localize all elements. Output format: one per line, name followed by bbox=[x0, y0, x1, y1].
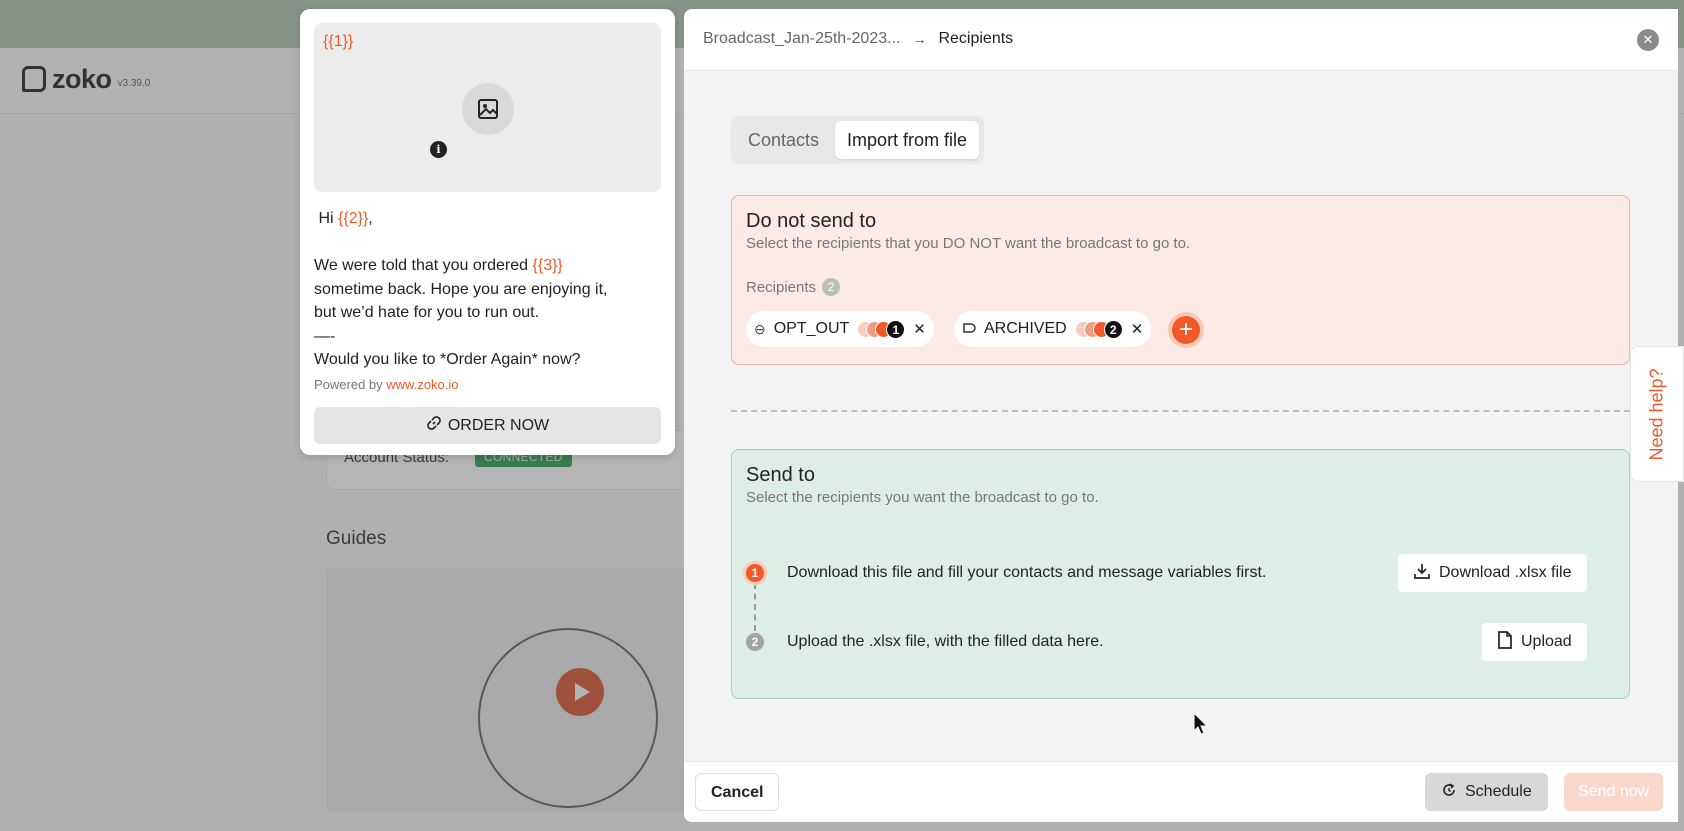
cancel-button[interactable]: Cancel bbox=[695, 773, 780, 811]
do-not-send-subtitle: Select the recipients that you DO NOT wa… bbox=[746, 235, 1191, 252]
avatar-stack: 1 bbox=[857, 319, 906, 339]
link-icon bbox=[426, 415, 442, 436]
header-variable: {{1}} bbox=[323, 33, 354, 50]
file-icon bbox=[1497, 630, 1513, 654]
recipients-drawer: Broadcast_Jan-25th-2023... → Recipients … bbox=[684, 9, 1678, 822]
download-icon bbox=[1413, 562, 1431, 585]
section-divider bbox=[731, 410, 1630, 412]
schedule-label: Schedule bbox=[1465, 783, 1532, 800]
remove-chip-icon[interactable]: ✕ bbox=[1131, 320, 1144, 338]
message-line-3: but we’d hate for you to run out. bbox=[314, 304, 540, 321]
step-connector bbox=[754, 583, 756, 631]
breadcrumb-recipients: Recipients bbox=[938, 30, 1014, 47]
message-line-4: —- bbox=[314, 327, 336, 345]
step-upload: 2 Upload the .xlsx file, with the filled… bbox=[746, 633, 1104, 651]
mouse-cursor-icon bbox=[1193, 711, 1209, 741]
remove-chip-icon[interactable]: ✕ bbox=[913, 320, 926, 338]
add-recipient-button[interactable]: + bbox=[1172, 316, 1200, 344]
order-now-button[interactable]: ORDER NOW bbox=[314, 407, 661, 444]
drawer-body: Contacts Import from file Do not send to… bbox=[684, 71, 1678, 761]
recipient-chip-archived[interactable]: ARCHIVED 2 ✕ bbox=[954, 311, 1152, 347]
breadcrumb-broadcast[interactable]: Broadcast_Jan-25th-2023... bbox=[703, 30, 900, 48]
archive-icon bbox=[962, 321, 976, 338]
recipients-count-badge: 2 bbox=[822, 278, 841, 296]
schedule-icon bbox=[1441, 782, 1457, 803]
do-not-send-section: Do not send to Select the recipients tha… bbox=[731, 195, 1630, 365]
step-download: 1 Download this file and fill your conta… bbox=[746, 564, 1266, 582]
preview-media: {{1}} i bbox=[314, 23, 661, 192]
order-now-label: ORDER NOW bbox=[447, 416, 550, 434]
message-line-1: We were told that you ordered bbox=[314, 257, 533, 274]
powered-by: Powered by www.zoko.io bbox=[314, 377, 459, 392]
send-to-subtitle: Select the recipients you want the broad… bbox=[746, 489, 1099, 506]
chip-label: ARCHIVED bbox=[984, 320, 1067, 337]
schedule-button[interactable]: Schedule bbox=[1425, 773, 1548, 811]
avatar-stack: 2 bbox=[1074, 319, 1123, 339]
tab-import-from-file[interactable]: Import from file bbox=[835, 121, 980, 159]
step-text: Download this file and fill your contact… bbox=[787, 564, 1267, 581]
step-number: 1 bbox=[746, 564, 764, 582]
recipients-label: Recipients bbox=[746, 278, 817, 296]
powered-link[interactable]: www.zoko.io bbox=[386, 377, 458, 392]
breadcrumb: Broadcast_Jan-25th-2023... → Recipients bbox=[703, 30, 1013, 48]
variable-2: {{2}} bbox=[338, 210, 369, 227]
image-icon bbox=[462, 83, 514, 135]
send-to-title: Send to bbox=[746, 464, 815, 486]
greeting-prefix: Hi bbox=[318, 210, 339, 227]
variable-3: {{3}} bbox=[532, 257, 563, 274]
source-tabs: Contacts Import from file bbox=[731, 116, 985, 164]
drawer-footer: Cancel Schedule Send now bbox=[684, 761, 1678, 822]
tab-contacts[interactable]: Contacts bbox=[736, 121, 831, 159]
do-not-send-title: Do not send to bbox=[746, 210, 877, 232]
send-to-section: Send to Select the recipients you want t… bbox=[731, 449, 1630, 699]
template-preview: {{1}} i Hi {{2}}, We were told that you … bbox=[300, 9, 675, 455]
opt-out-icon: ⊖ bbox=[754, 320, 766, 337]
greeting-suffix: , bbox=[368, 210, 373, 227]
step-number: 2 bbox=[746, 633, 764, 651]
need-help-tab[interactable]: Need help? bbox=[1630, 346, 1684, 482]
download-xlsx-button[interactable]: Download .xlsx file bbox=[1398, 554, 1587, 592]
drawer-header: Broadcast_Jan-25th-2023... → Recipients … bbox=[684, 9, 1678, 71]
chip-count: 1 bbox=[886, 319, 906, 339]
info-icon[interactable]: i bbox=[430, 141, 447, 158]
close-icon[interactable]: ✕ bbox=[1637, 29, 1659, 51]
message-line-5: Would you like to *Order Again* now? bbox=[314, 351, 581, 368]
powered-prefix: Powered by bbox=[314, 377, 387, 392]
chip-count: 2 bbox=[1103, 319, 1123, 339]
message-body: Hi {{2}}, We were told that you ordered … bbox=[314, 207, 659, 372]
need-help-label: Need help? bbox=[1646, 367, 1667, 461]
download-label: Download .xlsx file bbox=[1439, 564, 1572, 581]
arrow-right-icon: → bbox=[912, 31, 927, 47]
step-text: Upload the .xlsx file, with the filled d… bbox=[787, 633, 1104, 650]
recipients-label-row: Recipients 2 bbox=[746, 278, 841, 296]
message-line-2: sometime back. Hope you are enjoying it, bbox=[314, 280, 608, 298]
upload-button[interactable]: Upload bbox=[1482, 623, 1587, 661]
send-now-button[interactable]: Send now bbox=[1564, 773, 1664, 811]
chip-label: OPT_OUT bbox=[773, 320, 850, 337]
recipient-chip-opt-out[interactable]: ⊖ OPT_OUT 1 ✕ bbox=[746, 311, 934, 347]
upload-label: Upload bbox=[1521, 633, 1572, 650]
